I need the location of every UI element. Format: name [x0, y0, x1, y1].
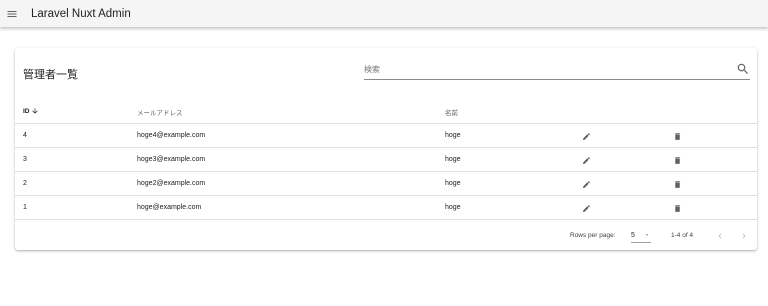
table-row: 4 hoge4@example.com hoge	[15, 124, 757, 148]
search-icon[interactable]	[736, 62, 750, 76]
pencil-icon	[582, 204, 590, 212]
column-header-id[interactable]: ID	[23, 107, 39, 115]
cell-id: 4	[23, 132, 27, 139]
cell-id: 3	[23, 156, 27, 163]
column-header-email[interactable]: メールアドレス	[137, 107, 183, 117]
table-header: ID メールアドレス 名前	[15, 100, 757, 124]
page-title: 管理者一覧	[23, 69, 78, 81]
trash-icon	[674, 156, 680, 164]
table-row: 1 hoge@example.com hoge	[15, 196, 757, 220]
trash-icon	[674, 180, 680, 188]
column-header-name[interactable]: 名前	[445, 107, 458, 117]
prev-page-button[interactable]	[714, 230, 726, 242]
pencil-icon	[582, 156, 590, 164]
rows-per-page-value: 5	[631, 232, 635, 239]
delete-button[interactable]	[671, 202, 683, 214]
edit-button[interactable]	[580, 130, 592, 142]
cell-name: hoge	[445, 180, 461, 187]
trash-icon	[674, 132, 680, 140]
rows-per-page-label: Rows per page:	[570, 232, 616, 239]
cell-email: hoge4@example.com	[137, 132, 206, 139]
delete-button[interactable]	[671, 154, 683, 166]
delete-button[interactable]	[671, 130, 683, 142]
delete-button[interactable]	[671, 178, 683, 190]
search-field	[364, 60, 750, 80]
cell-email: hoge3@example.com	[137, 156, 206, 163]
cell-id: 1	[23, 204, 27, 211]
cell-email: hoge2@example.com	[137, 180, 206, 187]
chevron-left-icon	[718, 233, 722, 239]
next-page-button[interactable]	[738, 230, 750, 242]
pencil-icon	[582, 180, 590, 188]
table-row: 3 hoge3@example.com hoge	[15, 148, 757, 172]
menu-icon	[7, 10, 17, 17]
cell-id: 2	[23, 180, 27, 187]
app-title: Laravel Nuxt Admin	[31, 7, 131, 20]
table-row: 2 hoge2@example.com hoge	[15, 172, 757, 196]
trash-icon	[674, 204, 680, 212]
edit-button[interactable]	[580, 202, 592, 214]
column-header-id-label: ID	[23, 107, 30, 115]
chevron-right-icon	[742, 233, 746, 239]
cell-name: hoge	[445, 132, 461, 139]
cell-email: hoge@example.com	[137, 204, 202, 211]
page-range: 1-4 of 4	[671, 232, 694, 239]
app-bar: Laravel Nuxt Admin	[0, 0, 768, 27]
admin-list-card: 管理者一覧 ID メールアドレス 名前 4 hoge4@example.com …	[15, 48, 757, 250]
table-footer: Rows per page: 5 1-4 of 4	[15, 224, 757, 250]
menu-button[interactable]	[0, 0, 24, 27]
pencil-icon	[582, 132, 590, 140]
arrow-down-icon[interactable]	[31, 107, 39, 115]
search-input[interactable]	[364, 62, 724, 76]
cell-name: hoge	[445, 156, 461, 163]
cell-name: hoge	[445, 204, 461, 211]
edit-button[interactable]	[580, 178, 592, 190]
caret-down-icon[interactable]	[643, 232, 651, 238]
edit-button[interactable]	[580, 154, 592, 166]
